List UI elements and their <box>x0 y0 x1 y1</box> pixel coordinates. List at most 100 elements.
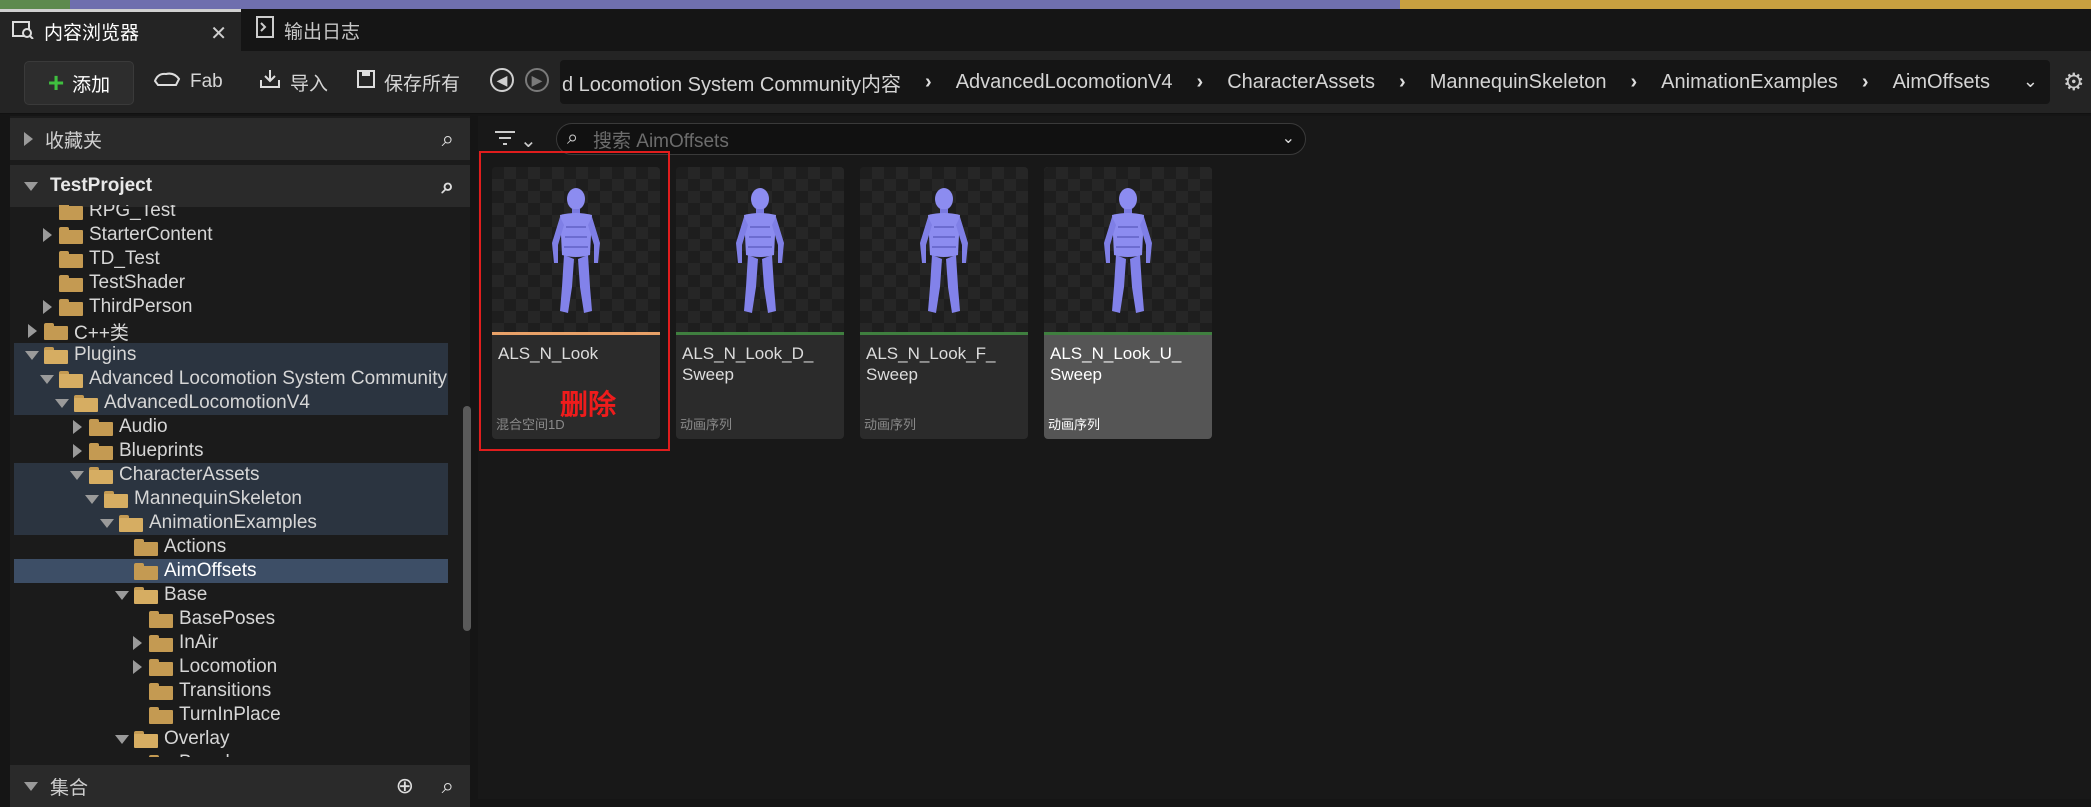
tree-item[interactable]: TestShader <box>14 271 448 295</box>
breadcrumb-item[interactable]: AimOffsets <box>1891 71 1992 94</box>
tree-item[interactable]: C++类 <box>14 319 448 344</box>
import-button[interactable]: 导入 <box>258 61 328 103</box>
tree-item[interactable]: AnimationExamples <box>14 511 448 535</box>
tree-item[interactable]: Blueprints <box>14 439 448 463</box>
tree-item[interactable]: Base <box>14 583 448 607</box>
expand-arrow-icon[interactable] <box>24 324 40 338</box>
save-all-button[interactable]: 保存所有 <box>356 61 460 103</box>
favorites-label: 收藏夹 <box>45 130 103 152</box>
collapse-arrow-icon[interactable] <box>54 398 70 408</box>
viewport-edge <box>0 0 2091 9</box>
tree-item[interactable]: StarterContent <box>14 223 448 247</box>
mannequin-icon <box>720 183 800 329</box>
tree-item[interactable]: AimOffsets <box>14 559 448 583</box>
search-icon[interactable]: ⌕ <box>442 126 454 152</box>
tree-item[interactable]: Plugins <box>14 343 448 367</box>
folder-icon <box>89 418 113 436</box>
folder-open-icon <box>74 394 98 412</box>
tab-content-browser[interactable]: 内容浏览器 ✕ <box>0 9 241 51</box>
import-label: 导入 <box>290 73 329 95</box>
expand-arrow-icon[interactable] <box>39 228 55 242</box>
breadcrumb-item[interactable]: d Locomotion System Community内容 <box>560 68 903 97</box>
asset-tile[interactable]: ALS_N_Look_D_ Sweep 动画序列 <box>676 167 844 439</box>
chevron-right-icon[interactable]: › <box>1377 71 1428 94</box>
tree-item[interactable]: TD_Test <box>14 247 448 271</box>
tree-item[interactable]: Transitions <box>14 679 448 703</box>
chevron-right-icon[interactable]: › <box>1175 71 1226 94</box>
tree-item-label: Base <box>164 584 208 605</box>
folder-open-icon <box>104 490 128 508</box>
folder-open-icon <box>134 586 158 604</box>
asset-tile[interactable]: ALS_N_Look_F_ Sweep 动画序列 <box>860 167 1028 439</box>
breadcrumb-item[interactable]: CharacterAssets <box>1225 71 1377 94</box>
search-icon[interactable]: ⌕ <box>442 773 454 799</box>
forward-button[interactable]: ▶ <box>525 68 549 92</box>
tree-item[interactable]: CharacterAssets <box>14 463 448 487</box>
expand-arrow-icon[interactable] <box>129 636 145 650</box>
breadcrumb-item[interactable]: MannequinSkeleton <box>1428 71 1609 94</box>
tree-item[interactable]: AdvancedLocomotionV4 <box>14 391 448 415</box>
asset-tile[interactable]: ALS_N_Look_U_ Sweep 动画序列 <box>1044 167 1212 439</box>
tree-item[interactable]: ThirdPerson <box>14 295 448 319</box>
tree-item[interactable]: Advanced Locomotion System Community <box>14 367 448 391</box>
expand-arrow-icon[interactable] <box>129 660 145 674</box>
chevron-right-icon[interactable]: › <box>903 71 954 94</box>
folder-icon <box>134 538 158 556</box>
folder-icon <box>89 442 113 460</box>
search-icon: ⌕ <box>567 127 579 149</box>
collapse-arrow-icon[interactable] <box>39 374 55 384</box>
tree-item[interactable]: Actions <box>14 535 448 559</box>
tree-scrollbar[interactable] <box>463 406 471 631</box>
tree-item[interactable]: MannequinSkeleton <box>14 487 448 511</box>
folder-open-icon <box>119 514 143 532</box>
tree-item[interactable]: Overlay <box>14 727 448 751</box>
tree-item[interactable]: RPG_Test <box>14 205 448 223</box>
add-button[interactable]: + 添加 <box>24 61 134 105</box>
back-button[interactable]: ◀ <box>490 68 514 92</box>
folder-tree: RPG_Test StarterContent TD_Test TestShader T… <box>14 205 448 757</box>
tree-item-label: CharacterAssets <box>119 464 260 485</box>
add-collection-icon[interactable]: ⊕ <box>396 773 414 799</box>
tree-item[interactable]: Barrel <box>14 751 448 757</box>
save-all-label: 保存所有 <box>384 73 461 95</box>
chevron-down-icon[interactable]: ⌄ <box>2023 71 2038 92</box>
tree-item[interactable]: Audio <box>14 415 448 439</box>
expand-arrow-icon[interactable] <box>69 420 85 434</box>
expand-arrow-icon[interactable] <box>69 444 85 458</box>
folder-icon <box>59 274 83 292</box>
folder-open-icon <box>44 346 68 364</box>
project-header[interactable]: TestProject ⌕ <box>10 165 470 207</box>
tab-output-log[interactable]: 输出日志 <box>244 9 424 51</box>
breadcrumb-item[interactable]: AdvancedLocomotionV4 <box>954 71 1175 94</box>
collections-header[interactable]: 集合 ⊕ ⌕ <box>10 765 470 807</box>
collapse-arrow-icon[interactable] <box>24 350 40 360</box>
toolbar: + 添加 Fab 导入 保存所有 ◀ ▶ d Locomotion System… <box>0 51 2091 114</box>
search-icon[interactable]: ⌕ <box>442 173 454 199</box>
tree-item-label: Advanced Locomotion System Community <box>89 368 447 389</box>
import-icon <box>258 68 282 96</box>
collapse-arrow-icon[interactable] <box>114 734 130 744</box>
collapse-arrow-icon[interactable] <box>84 494 100 504</box>
folder-icon <box>149 682 173 700</box>
settings-gear-icon[interactable]: ⚙ <box>2063 68 2085 97</box>
tree-item-label: AimOffsets <box>164 560 257 581</box>
filter-button[interactable]: ⌄ <box>494 128 537 153</box>
tree-item[interactable]: TurnInPlace <box>14 703 448 727</box>
chevron-right-icon[interactable]: › <box>1609 71 1660 94</box>
close-icon[interactable]: ✕ <box>210 21 227 46</box>
collapse-arrow-icon[interactable] <box>99 518 115 528</box>
folder-icon <box>149 634 173 652</box>
tree-item[interactable]: InAir <box>14 631 448 655</box>
filter-icon <box>494 129 516 153</box>
expand-arrow-icon[interactable] <box>39 300 55 314</box>
fab-button[interactable]: Fab <box>152 61 223 103</box>
tree-item-label: MannequinSkeleton <box>134 488 302 509</box>
chevron-right-icon[interactable]: › <box>1840 71 1891 94</box>
tree-item[interactable]: BasePoses <box>14 607 448 631</box>
chevron-down-icon[interactable]: ⌄ <box>1282 128 1295 148</box>
tree-item[interactable]: Locomotion <box>14 655 448 679</box>
collapse-arrow-icon[interactable] <box>69 470 85 480</box>
favorites-header[interactable]: 收藏夹 ⌕ <box>10 118 470 160</box>
collapse-arrow-icon[interactable] <box>114 590 130 600</box>
breadcrumb-item[interactable]: AnimationExamples <box>1659 71 1840 94</box>
